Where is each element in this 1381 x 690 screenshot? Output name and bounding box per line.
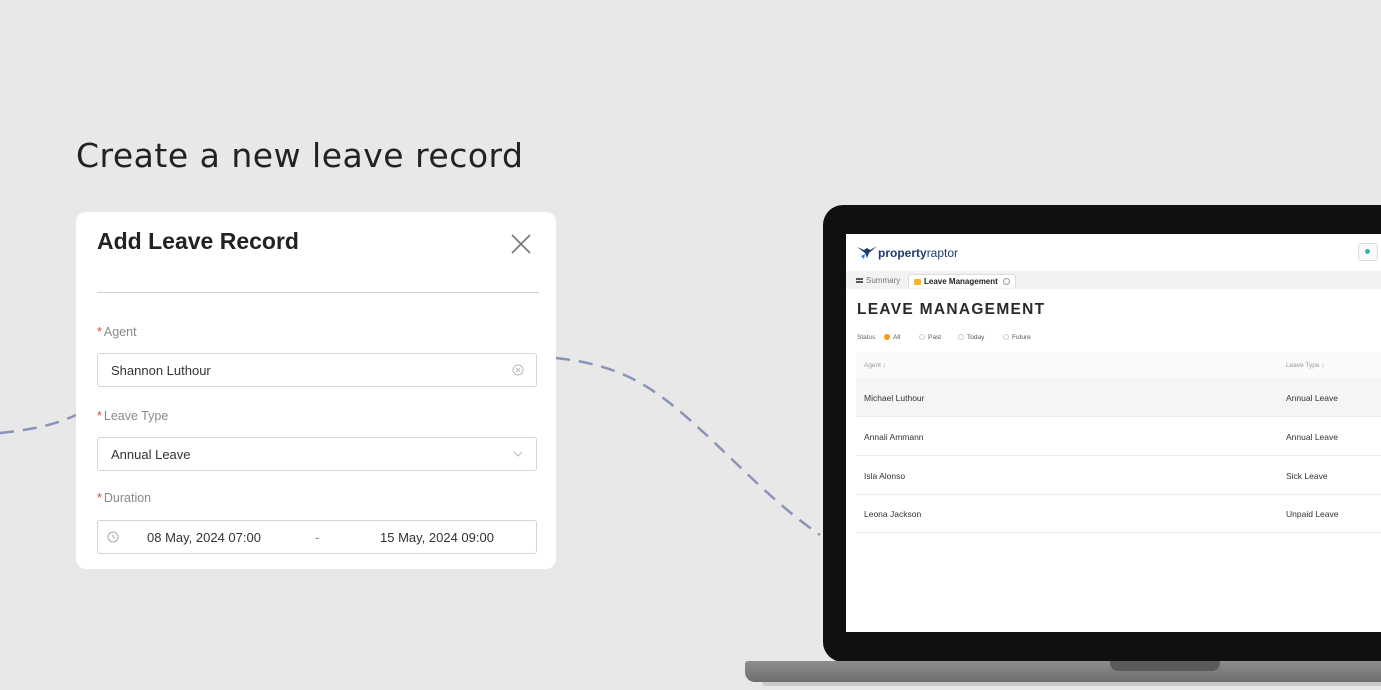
agent-cell: Leona Jackson bbox=[864, 509, 922, 519]
leave-type-label: * Leave Type bbox=[97, 409, 169, 423]
tab-leave-management[interactable]: Leave Management bbox=[908, 274, 1017, 288]
table-row[interactable]: Annali Ammann Annual Leave bbox=[856, 417, 1381, 456]
table-row[interactable]: Isla Alonso Sick Leave bbox=[856, 456, 1381, 495]
table-row[interactable]: Michael Luthour Annual Leave bbox=[856, 378, 1381, 417]
duration-end[interactable]: 15 May, 2024 09:00 bbox=[380, 530, 494, 545]
column-header-leave-type[interactable]: Leave Type ↕ bbox=[1286, 362, 1325, 369]
laptop-base bbox=[745, 661, 1381, 682]
clear-icon[interactable] bbox=[511, 363, 525, 377]
tab-bar: Summary Leave Management bbox=[846, 271, 1381, 289]
headline: Create a new leave record bbox=[76, 136, 524, 175]
summary-icon bbox=[856, 277, 863, 284]
raptor-logo-icon bbox=[857, 246, 877, 259]
agent-label: * Agent bbox=[97, 325, 137, 339]
duration-range-picker[interactable]: 08 May, 2024 07:00 - 15 May, 2024 09:00 bbox=[97, 520, 537, 554]
status-option-all[interactable]: All bbox=[884, 334, 900, 341]
leave-type-value: Annual Leave bbox=[111, 447, 191, 462]
agent-select[interactable]: Shannon Luthour bbox=[97, 353, 537, 387]
app-header: propertyraptor bbox=[846, 234, 1381, 271]
status-option-future[interactable]: Future bbox=[1003, 334, 1031, 341]
agent-value: Shannon Luthour bbox=[111, 363, 211, 378]
laptop-screen: propertyraptor Summary Leave Management … bbox=[846, 234, 1381, 632]
brand-name: propertyraptor bbox=[878, 246, 959, 260]
tab-close-icon[interactable] bbox=[1003, 278, 1011, 286]
close-icon[interactable] bbox=[509, 232, 533, 256]
leave-type-cell: Annual Leave bbox=[1286, 393, 1338, 403]
laptop-notch bbox=[1110, 661, 1220, 671]
modal-divider bbox=[97, 292, 539, 293]
leave-type-cell: Annual Leave bbox=[1286, 432, 1338, 442]
agent-cell: Isla Alonso bbox=[864, 471, 906, 481]
duration-separator: - bbox=[315, 530, 320, 545]
add-leave-record-modal: Add Leave Record * Agent Shannon Luthour … bbox=[76, 212, 556, 569]
leave-type-cell: Unpaid Leave bbox=[1286, 509, 1339, 519]
page-title: LEAVE MANAGEMENT bbox=[857, 301, 1046, 318]
status-option-today[interactable]: Today bbox=[958, 334, 984, 341]
clock-icon bbox=[107, 531, 119, 543]
leave-type-select[interactable]: Annual Leave bbox=[97, 437, 537, 471]
modal-title: Add Leave Record bbox=[97, 228, 299, 254]
table-row[interactable]: Leona Jackson Unpaid Leave bbox=[856, 494, 1381, 533]
status-label: Status bbox=[857, 334, 876, 341]
folder-icon bbox=[914, 278, 921, 285]
agent-cell: Annali Ammann bbox=[864, 432, 924, 442]
leave-type-cell: Sick Leave bbox=[1286, 471, 1328, 481]
agent-cell: Michael Luthour bbox=[864, 393, 925, 403]
column-header-agent[interactable]: Agent ↕ bbox=[864, 362, 886, 369]
chevron-down-icon bbox=[513, 451, 523, 457]
table-header: Agent ↕ Leave Type ↕ bbox=[856, 352, 1381, 379]
tab-summary[interactable]: Summary bbox=[856, 274, 900, 288]
duration-start[interactable]: 08 May, 2024 07:00 bbox=[147, 530, 261, 545]
status-option-past[interactable]: Past bbox=[919, 334, 941, 341]
laptop-base-shadow bbox=[762, 682, 1381, 686]
duration-label: * Duration bbox=[97, 491, 152, 505]
header-action-button[interactable] bbox=[1358, 243, 1378, 261]
